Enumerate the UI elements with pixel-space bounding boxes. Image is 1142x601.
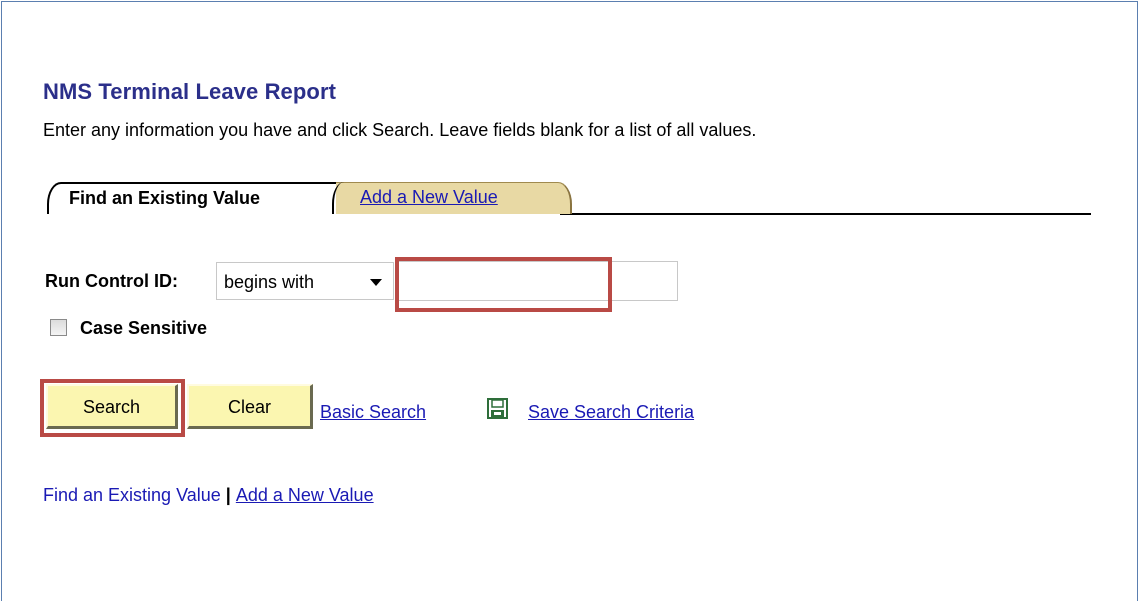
run-control-id-label: Run Control ID: [45,271,178,291]
tab-add-new-value[interactable]: Add a New Value [332,182,572,214]
floppy-disk-icon[interactable] [487,398,508,419]
tab-find-existing-label: Find an Existing Value [69,188,261,208]
basic-search-link[interactable]: Basic Search [320,402,426,423]
save-search-criteria-link[interactable]: Save Search Criteria [528,402,694,423]
page-instructions: Enter any information you have and click… [43,120,757,140]
chevron-down-icon[interactable] [370,279,382,286]
tab-baseline [560,213,1091,215]
operator-select[interactable]: begins with [216,262,394,300]
run-control-id-input[interactable] [397,261,678,301]
tab-add-new-label[interactable]: Add a New Value [360,187,498,207]
case-sensitive-label: Case Sensitive [80,318,208,338]
tab-find-existing-value[interactable]: Find an Existing Value [47,182,339,214]
find-existing-value-link[interactable]: Find an Existing Value [43,485,221,505]
clear-button[interactable]: Clear [187,384,313,429]
operator-select-value: begins with [224,272,315,292]
bottom-links: Find an Existing Value | Add a New Value [43,485,374,506]
page-title: NMS Terminal Leave Report [43,79,337,104]
add-new-value-link[interactable]: Add a New Value [236,485,374,505]
case-sensitive-checkbox[interactable] [50,319,67,336]
link-separator: | [225,485,231,505]
search-button[interactable]: Search [46,384,178,429]
